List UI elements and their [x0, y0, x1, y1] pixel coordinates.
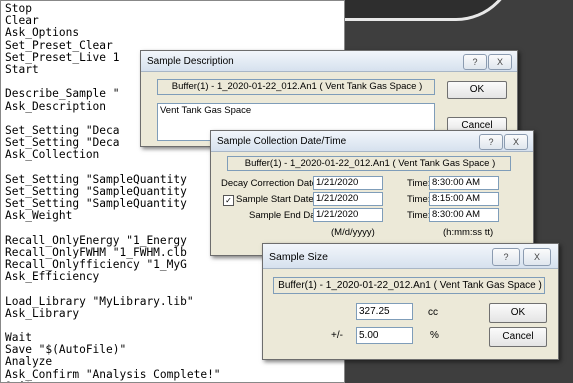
help-button[interactable]: ?	[492, 248, 520, 266]
collection-datetime-dialog: Sample Collection Date/Time ? X Buffer(1…	[210, 130, 534, 256]
ok-button[interactable]: OK	[489, 303, 547, 323]
sample-size-dialog: Sample Size ? X Buffer(1) - 1_2020-01-22…	[262, 243, 559, 360]
description-value: Vent Tank Gas Space	[160, 105, 252, 116]
end-time-label: Time:	[407, 210, 431, 221]
title-bar: Sample Collection Date/Time ? X	[211, 131, 533, 152]
error-unit: %	[430, 330, 439, 341]
sample-start-checkbox[interactable]: ✓	[223, 195, 234, 206]
cancel-button[interactable]: Cancel	[489, 327, 547, 347]
start-date-value: 1/21/2020	[316, 193, 359, 204]
close-button[interactable]: X	[488, 54, 512, 70]
start-time-value: 8:15:00 AM	[432, 193, 481, 204]
end-time-input[interactable]: 8:30:00 AM	[429, 208, 499, 222]
title-bar: Sample Size ? X	[263, 244, 558, 269]
ok-button[interactable]: OK	[447, 81, 507, 99]
close-button[interactable]: X	[523, 248, 551, 266]
quantity-value: 327.25	[359, 306, 390, 317]
error-label: +/-	[331, 330, 343, 341]
start-date-label: Sample Start Date:	[236, 194, 317, 205]
end-date-value: 1/21/2020	[316, 209, 359, 220]
decay-date-input[interactable]: 1/21/2020	[313, 176, 383, 190]
decay-time-value: 8:30:00 AM	[432, 177, 481, 188]
quantity-input[interactable]: 327.25	[356, 303, 413, 320]
dialog-title: Sample Collection Date/Time	[217, 136, 347, 147]
title-bar: Sample Description ? X	[141, 51, 517, 72]
header-text: Buffer(1) - 1_2020-01-22_012.An1 ( Vent …	[244, 158, 496, 169]
dialog-title: Sample Description	[147, 56, 234, 67]
header-text: Buffer(1) - 1_2020-01-22_012.An1 ( Vent …	[171, 81, 423, 92]
size-header: Buffer(1) - 1_2020-01-22_012.An1 ( Vent …	[273, 277, 545, 294]
script-line: Stop	[5, 2, 32, 15]
quantity-unit: cc	[428, 307, 438, 318]
start-time-input[interactable]: 8:15:00 AM	[429, 192, 499, 206]
description-header: Buffer(1) - 1_2020-01-22_012.An1 ( Vent …	[157, 79, 435, 95]
decay-time-input[interactable]: 8:30:00 AM	[429, 176, 499, 190]
script-line: Ask_Options	[5, 26, 80, 40]
end-date-input[interactable]: 1/21/2020	[313, 208, 383, 222]
close-button[interactable]: X	[504, 134, 528, 150]
help-button[interactable]: ?	[479, 134, 503, 150]
decay-time-label: Time:	[407, 178, 431, 189]
date-format-hint: (M/d/yyyy)	[331, 227, 375, 238]
decay-date-value: 1/21/2020	[316, 177, 359, 188]
start-time-label: Time:	[407, 194, 431, 205]
error-input[interactable]: 5.00	[356, 327, 413, 344]
header-text: Buffer(1) - 1_2020-01-22_012.An1 ( Vent …	[278, 280, 542, 291]
dialog-title: Sample Size	[269, 251, 328, 263]
start-date-input[interactable]: 1/21/2020	[313, 192, 383, 206]
error-value: 5.00	[359, 330, 379, 341]
end-time-value: 8:30:00 AM	[432, 209, 481, 220]
help-button[interactable]: ?	[463, 54, 487, 70]
time-format-hint: (h:mm:ss tt)	[443, 227, 494, 238]
decay-date-label: Decay Correction Date:	[221, 178, 320, 189]
script-line: Ask_Confirm "Analysis Complete!"	[5, 367, 221, 381]
collection-header: Buffer(1) - 1_2020-01-22_012.An1 ( Vent …	[227, 156, 511, 171]
